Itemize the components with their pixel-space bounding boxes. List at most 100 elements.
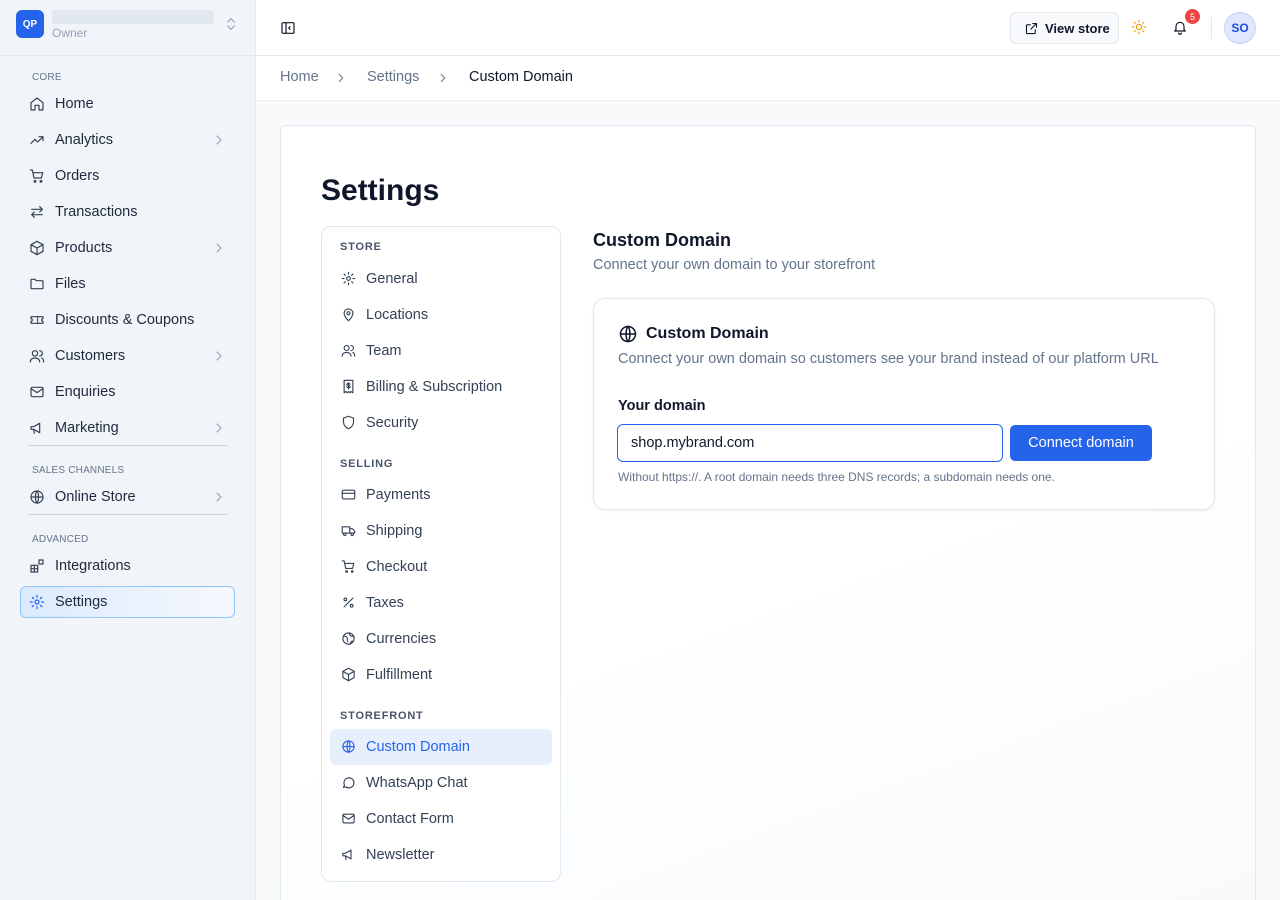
settings-section-selling: SELLING bbox=[340, 458, 394, 470]
settings-nav-label: Payments bbox=[366, 487, 431, 503]
megaphone-icon bbox=[30, 422, 41, 434]
receipt-icon bbox=[343, 379, 354, 394]
notification-badge: 5 bbox=[1185, 9, 1200, 24]
settings-nav-custom-domain[interactable]: Custom Domain bbox=[330, 729, 552, 765]
settings-nav-billing[interactable]: Billing & Subscription bbox=[330, 369, 552, 405]
chevron-right-icon bbox=[216, 243, 222, 253]
topbar-divider bbox=[1211, 17, 1212, 39]
settings-nav-whatsapp-chat[interactable]: WhatsApp Chat bbox=[330, 765, 552, 801]
mail-icon bbox=[342, 813, 355, 824]
settings-nav-label: Newsletter bbox=[366, 847, 435, 863]
settings-nav-label: Fulfillment bbox=[366, 667, 433, 683]
domain-field-label: Your domain bbox=[618, 398, 706, 414]
settings-nav-label: Currencies bbox=[366, 631, 437, 647]
sidebar-item-label: Enquiries bbox=[55, 384, 116, 400]
chevron-right-icon bbox=[216, 492, 222, 502]
settings-nav-newsletter[interactable]: Newsletter bbox=[330, 837, 552, 873]
sidebar-section-sales-channels: SALES CHANNELS bbox=[32, 465, 125, 476]
sun-icon[interactable] bbox=[1131, 19, 1147, 35]
connect-domain-button[interactable]: Connect domain bbox=[1010, 425, 1152, 461]
settings-nav-security[interactable]: Security bbox=[330, 405, 552, 441]
sidebar-item-label: Products bbox=[55, 240, 113, 256]
sidebar-item-label: Files bbox=[55, 276, 86, 292]
settings-nav-label: General bbox=[366, 271, 418, 287]
workspace-role: Owner bbox=[52, 26, 88, 40]
credit-card-icon bbox=[341, 489, 356, 500]
gear-icon bbox=[341, 271, 356, 286]
globe-icon bbox=[342, 740, 355, 753]
domain-help-text: Without https://. A root domain needs th… bbox=[618, 470, 1055, 484]
sidebar-section-core: CORE bbox=[32, 72, 62, 83]
settings-section-store: STORE bbox=[340, 241, 382, 253]
cart-icon bbox=[341, 560, 355, 573]
settings-nav-locations[interactable]: Locations bbox=[330, 297, 552, 333]
sidebar-item-files[interactable]: Files bbox=[20, 268, 235, 300]
shield-icon bbox=[342, 415, 355, 430]
settings-nav-label: Custom Domain bbox=[366, 739, 470, 755]
sidebar-toggle-icon[interactable] bbox=[280, 20, 296, 36]
sidebar-item-products[interactable]: Products bbox=[20, 232, 235, 264]
view-store-label: View store bbox=[1045, 20, 1110, 36]
chevron-right-icon bbox=[440, 73, 446, 83]
section-title: Custom Domain bbox=[593, 230, 732, 250]
workspace-name-placeholder bbox=[52, 10, 214, 24]
sidebar-item-integrations[interactable]: Integrations bbox=[20, 550, 235, 582]
globe-icon bbox=[619, 325, 637, 343]
sidebar-item-customers[interactable]: Customers bbox=[20, 340, 235, 372]
sidebar-item-online-store[interactable]: Online Store bbox=[20, 481, 235, 513]
globe-currency-icon bbox=[342, 632, 355, 645]
package-icon bbox=[30, 240, 44, 256]
domain-input[interactable] bbox=[617, 424, 1003, 462]
bell-icon[interactable] bbox=[1172, 19, 1188, 35]
view-store-button[interactable]: View store bbox=[1010, 12, 1119, 44]
sidebar-item-label: Home bbox=[55, 96, 94, 112]
avatar[interactable]: SO bbox=[1224, 12, 1256, 44]
settings-nav-payments[interactable]: Payments bbox=[330, 477, 552, 513]
sidebar-item-marketing[interactable]: Marketing bbox=[20, 412, 235, 444]
section-subtitle: Connect your own domain to your storefro… bbox=[593, 257, 876, 273]
cart-icon bbox=[29, 169, 44, 183]
settings-nav-label: WhatsApp Chat bbox=[366, 775, 468, 791]
settings-nav-general[interactable]: General bbox=[330, 261, 552, 297]
settings-nav-team[interactable]: Team bbox=[330, 333, 552, 369]
chevrons-up-down-icon bbox=[227, 18, 235, 30]
workspace-switcher[interactable]: QP Owner bbox=[16, 10, 240, 42]
settings-nav-checkout[interactable]: Checkout bbox=[330, 549, 552, 585]
sidebar-item-label: Discounts & Coupons bbox=[55, 312, 195, 328]
settings-nav-fulfillment[interactable]: Fulfillment bbox=[330, 657, 552, 693]
arrows-icon bbox=[31, 206, 43, 218]
sidebar-item-orders[interactable]: Orders bbox=[20, 160, 235, 192]
custom-domain-card: Custom Domain Connect your own domain so… bbox=[593, 298, 1215, 510]
sidebar-item-analytics[interactable]: Analytics bbox=[20, 124, 235, 156]
chevron-right-icon bbox=[216, 351, 222, 361]
sidebar-item-settings[interactable]: Settings bbox=[20, 586, 235, 618]
settings-nav-label: Billing & Subscription bbox=[366, 379, 503, 395]
sidebar-item-transactions[interactable]: Transactions bbox=[20, 196, 235, 228]
sidebar-item-label: Marketing bbox=[55, 420, 119, 436]
breadcrumb-settings[interactable]: Settings bbox=[367, 69, 419, 85]
settings-nav-currencies[interactable]: Currencies bbox=[330, 621, 552, 657]
settings-nav-shipping[interactable]: Shipping bbox=[330, 513, 552, 549]
megaphone-icon bbox=[342, 849, 352, 861]
settings-nav-label: Contact Form bbox=[366, 811, 454, 827]
chevron-right-icon bbox=[216, 423, 222, 433]
chevron-right-icon bbox=[338, 73, 344, 83]
sidebar-item-home[interactable]: Home bbox=[20, 88, 235, 120]
card-title: Custom Domain bbox=[646, 325, 769, 342]
sidebar-item-label: Online Store bbox=[55, 489, 136, 505]
sidebar-item-enquiries[interactable]: Enquiries bbox=[20, 376, 235, 408]
blocks-icon bbox=[30, 559, 44, 573]
sidebar-divider bbox=[28, 514, 227, 515]
settings-nav-taxes[interactable]: Taxes bbox=[330, 585, 552, 621]
sidebar-divider bbox=[0, 55, 255, 56]
sidebar-item-label: Orders bbox=[55, 168, 100, 184]
package-icon bbox=[342, 667, 355, 682]
users-icon bbox=[341, 344, 356, 357]
settings-nav-contact-form[interactable]: Contact Form bbox=[330, 801, 552, 837]
ticket-icon bbox=[30, 316, 44, 324]
settings-nav-label: Team bbox=[366, 343, 402, 359]
main-panel: Settings STORE General Locations Team Bi… bbox=[280, 125, 1256, 900]
breadcrumb-home[interactable]: Home bbox=[280, 69, 319, 85]
truck-icon bbox=[341, 526, 356, 537]
sidebar-item-discounts[interactable]: Discounts & Coupons bbox=[20, 304, 235, 336]
